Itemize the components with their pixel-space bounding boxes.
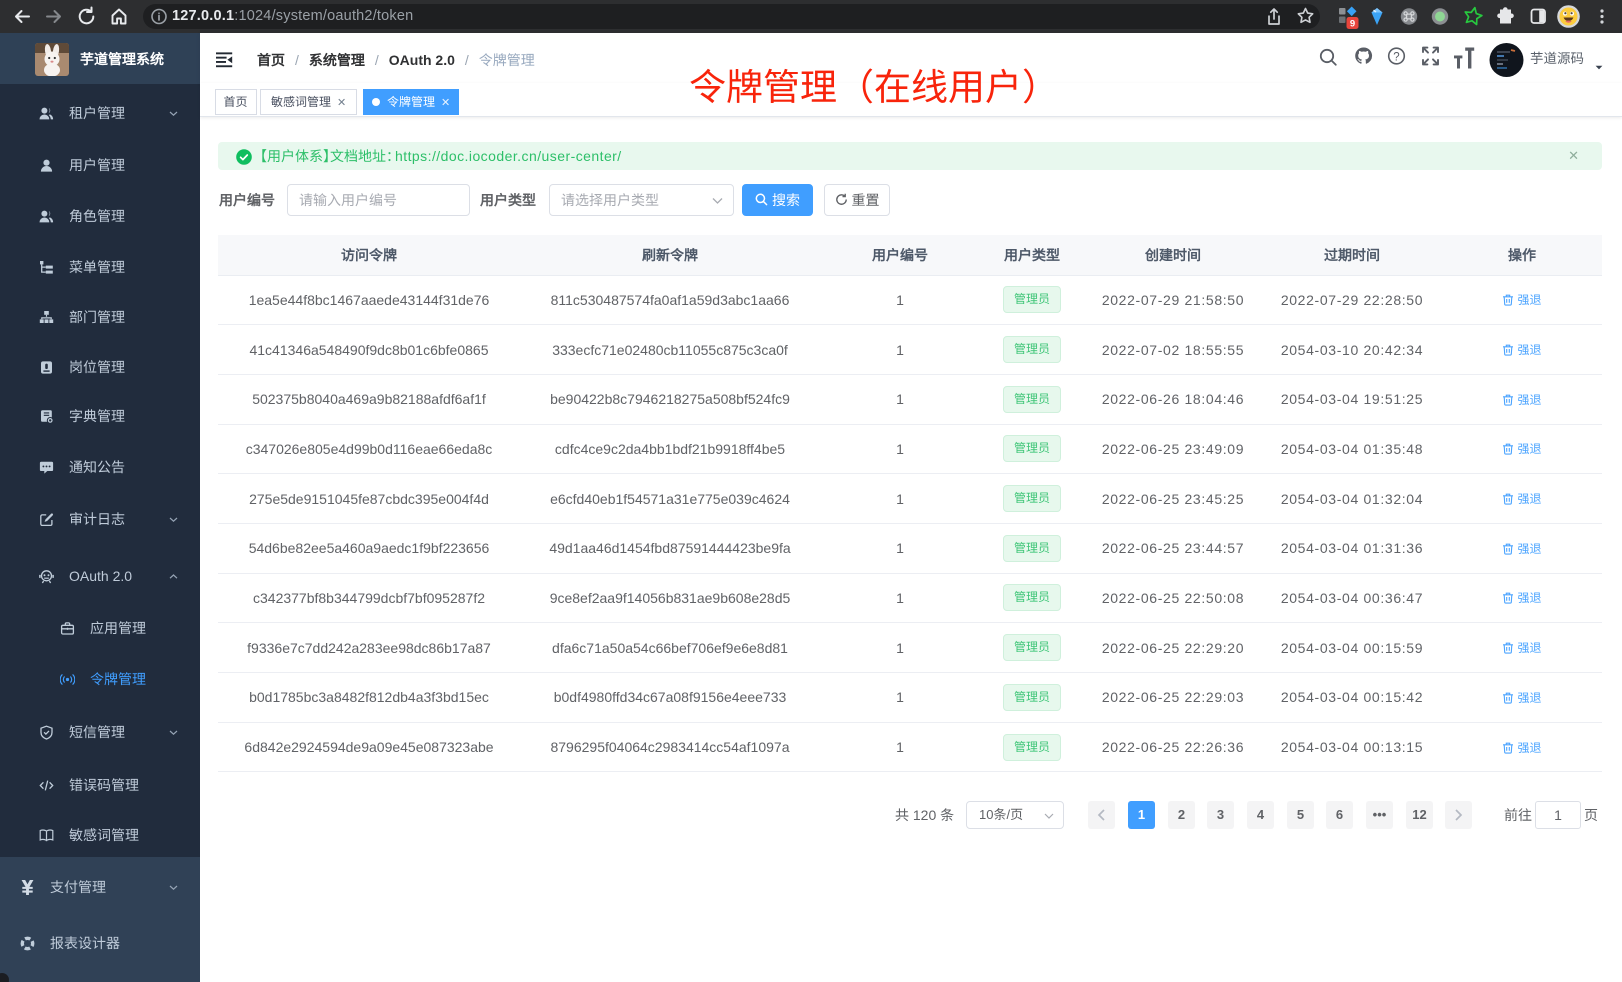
svg-text:9: 9 [1350, 19, 1355, 30]
svg-text:?: ? [1393, 51, 1399, 63]
